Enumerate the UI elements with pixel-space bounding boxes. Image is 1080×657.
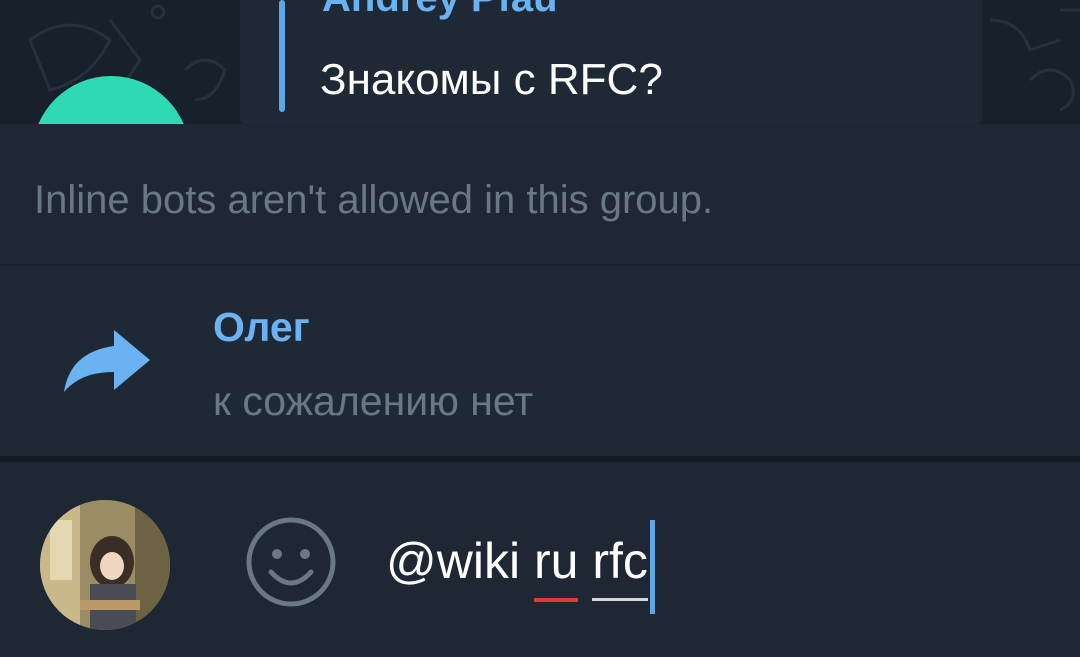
forward-message-text: к сожалению нет <box>213 378 534 424</box>
smiley-icon[interactable] <box>243 514 339 610</box>
chat-background: Andrey Pfau Знакомы с RFC? <box>0 0 1080 124</box>
avatar-image <box>40 500 170 630</box>
quote-author: Andrey Pfau <box>322 0 558 21</box>
forward-arrow-icon <box>64 330 150 392</box>
misspelled-word: ru <box>534 533 579 602</box>
inline-bot-notice-text: Inline bots aren't allowed in this group… <box>34 178 714 222</box>
forward-sender-name: Олег <box>213 304 310 350</box>
mention-text: @wiki <box>386 533 521 589</box>
user-avatar[interactable] <box>40 500 170 630</box>
text-caret <box>649 520 655 614</box>
message-input[interactable]: @wiki ru rfc <box>386 520 655 614</box>
current-word: rfc <box>592 533 648 601</box>
forward-preview-panel[interactable] <box>0 266 1080 456</box>
quote-bar <box>279 0 285 112</box>
quote-text: Знакомы с RFC? <box>320 55 663 104</box>
